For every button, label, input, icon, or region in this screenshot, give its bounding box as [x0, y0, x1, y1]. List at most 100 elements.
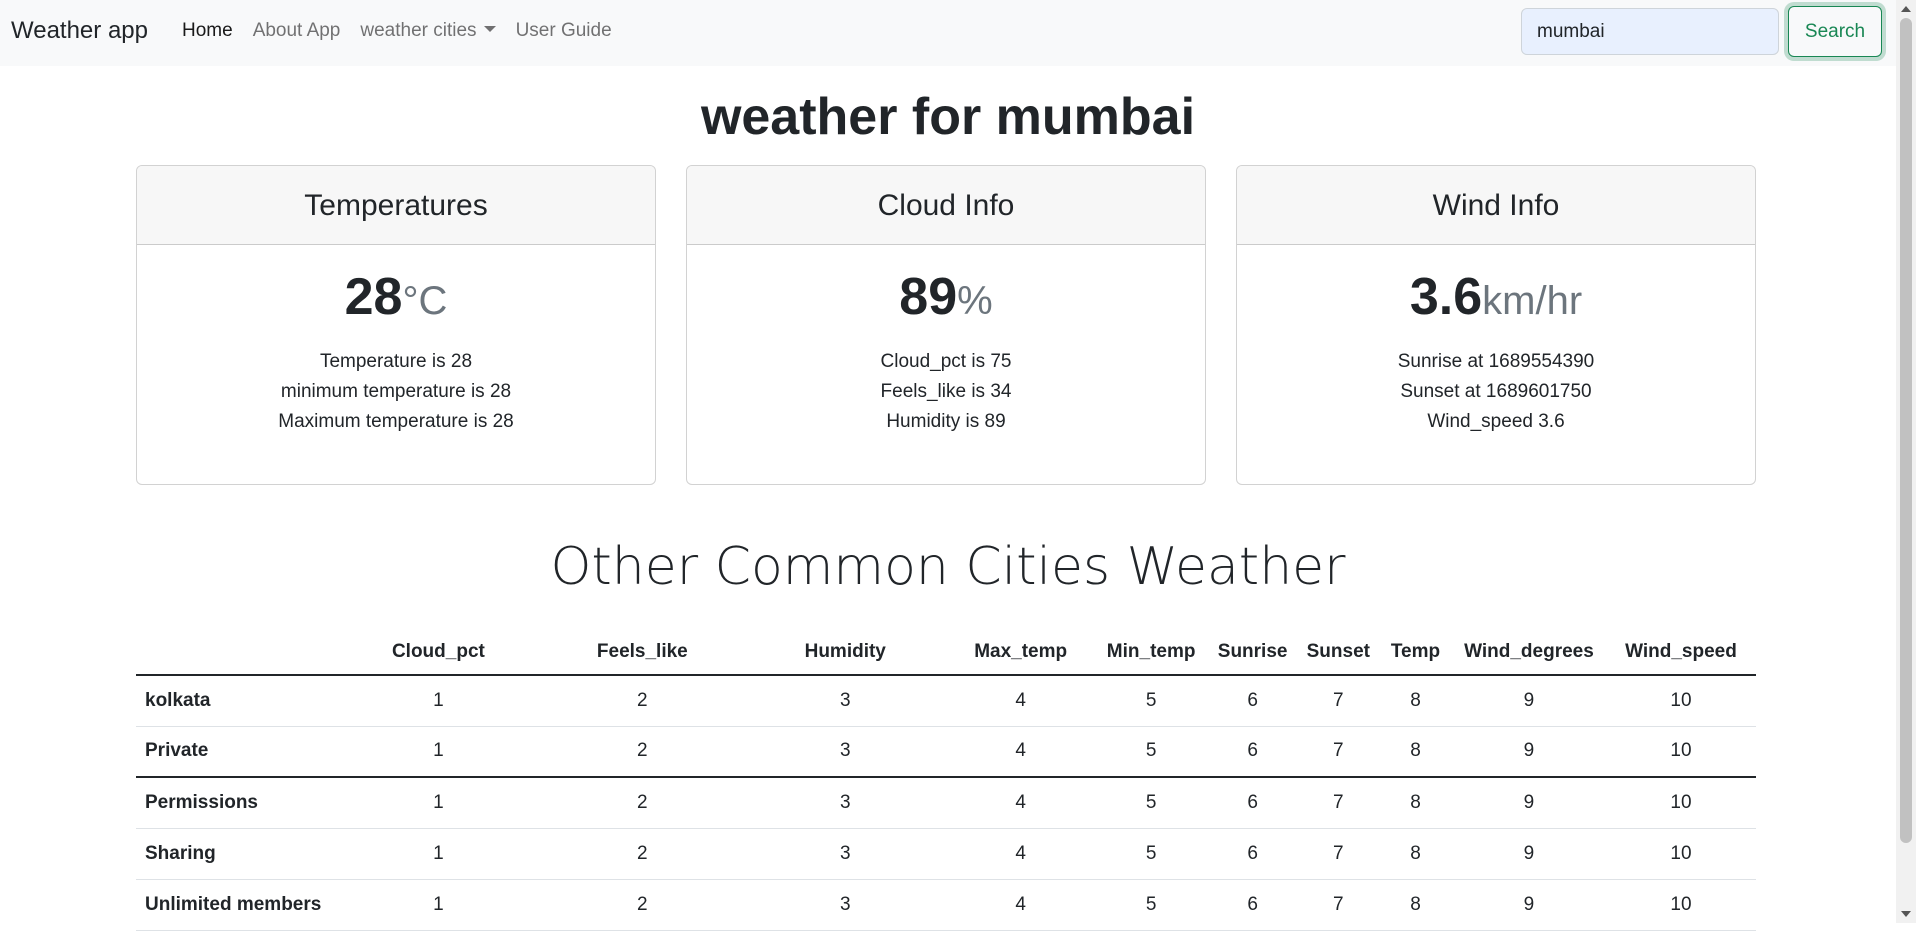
table-cell: 1: [335, 726, 541, 778]
table-cell: 2: [540, 726, 744, 778]
column-header: [136, 630, 336, 676]
table-cell: 1: [335, 879, 541, 931]
search-button[interactable]: Search: [1788, 6, 1882, 57]
table-cell: 5: [1094, 879, 1208, 931]
table-row: Unlimited members 1 2 3 4 5 6 7 8 9 10: [136, 879, 1756, 931]
card-header: Temperatures: [137, 166, 655, 245]
table-cell: 8: [1378, 726, 1452, 778]
table-cell: 2: [540, 675, 744, 727]
table-cell: 6: [1207, 726, 1298, 778]
nav-user-guide-link[interactable]: User Guide: [516, 20, 612, 42]
scroll-down-arrow-icon[interactable]: [1901, 911, 1911, 917]
value-number: 89: [899, 268, 958, 326]
value-number: 3.6: [1409, 268, 1483, 326]
table-cell: 8: [1378, 879, 1452, 931]
detail-line: Sunrise at 1689554390: [1397, 351, 1595, 372]
nav-about-link[interactable]: About App: [253, 20, 341, 42]
value-unit: km/hr: [1482, 279, 1583, 323]
temperatures-card: Temperatures 28°C Temperature is 28 mini…: [136, 165, 656, 485]
detail-line: Maximum temperature is 28: [278, 411, 514, 432]
detail-line: minimum temperature is 28: [280, 381, 512, 402]
table-cell: 10: [1605, 777, 1756, 829]
navbar-brand[interactable]: Weather app: [11, 17, 148, 45]
table-cell: 9: [1451, 879, 1606, 931]
table-cell: 7: [1297, 726, 1379, 778]
wind-value: 3.6km/hr: [1237, 267, 1755, 327]
table-row: kolkata 1 2 3 4 5 6 7 8 9 10: [136, 675, 1756, 727]
table-cell: 10: [1605, 879, 1756, 931]
table-cell: 6: [1207, 828, 1298, 880]
card-details: Sunrise at 1689554390 Sunset at 16896017…: [1237, 347, 1755, 437]
table-cell: 5: [1094, 675, 1208, 727]
column-header: Sunset: [1297, 630, 1379, 676]
card-header: Cloud Info: [687, 166, 1205, 245]
column-header: Feels_like: [540, 630, 744, 676]
column-header: Cloud_pct: [335, 630, 541, 676]
page-scrollbar[interactable]: [1896, 0, 1916, 923]
table-cell: 2: [540, 828, 744, 880]
table-row: Sharing 1 2 3 4 5 6 7 8 9 10: [136, 828, 1756, 880]
table-cell: 7: [1297, 777, 1379, 829]
section-title: Other Common Cities Weather: [550, 537, 1346, 597]
value-number: 28: [344, 268, 403, 326]
table-cell: 10: [1605, 675, 1756, 727]
detail-line: Feels_like is 34: [880, 381, 1012, 402]
row-label: Private: [136, 726, 336, 778]
search-input[interactable]: [1521, 8, 1779, 55]
value-unit: °C: [402, 279, 448, 323]
table-cell: 7: [1297, 675, 1379, 727]
card-header: Wind Info: [1237, 166, 1755, 245]
table-cell: 3: [743, 828, 947, 880]
column-header: Min_temp: [1094, 630, 1208, 676]
card-details: Temperature is 28 minimum temperature is…: [137, 347, 655, 437]
table-cell: 1: [335, 675, 541, 727]
table-cell: 7: [1297, 879, 1379, 931]
table-cell: 4: [946, 777, 1095, 829]
detail-line: Wind_speed 3.6: [1427, 411, 1565, 432]
column-header: Max_temp: [946, 630, 1095, 676]
table-cell: 8: [1378, 828, 1452, 880]
nav-weather-cities-dropdown[interactable]: weather cities: [360, 20, 496, 42]
table-cell: 8: [1378, 675, 1452, 727]
row-label: Permissions: [136, 777, 336, 829]
table-cell: 5: [1094, 726, 1208, 778]
table-cell: 1: [335, 828, 541, 880]
scroll-up-arrow-icon[interactable]: [1901, 6, 1911, 12]
column-header: Sunrise: [1207, 630, 1298, 676]
detail-line: Humidity is 89: [886, 411, 1006, 432]
table-cell: 3: [743, 726, 947, 778]
table-cell: 6: [1207, 777, 1298, 829]
detail-line: Sunset at 1689601750: [1400, 381, 1592, 402]
temperature-value: 28°C: [137, 267, 655, 327]
row-label: Unlimited members: [136, 879, 336, 931]
column-header: Wind_degrees: [1451, 630, 1606, 676]
table-cell: 5: [1094, 828, 1208, 880]
table-cell: 10: [1605, 726, 1756, 778]
table-cell: 9: [1451, 828, 1606, 880]
scrollbar-thumb[interactable]: [1900, 18, 1912, 843]
table-cell: 9: [1451, 675, 1606, 727]
row-label: Sharing: [136, 828, 336, 880]
table-cell: 1: [335, 777, 541, 829]
column-header: Humidity: [743, 630, 947, 676]
cloud-value: 89%: [687, 267, 1205, 327]
table-cell: 2: [540, 777, 744, 829]
table-cell: 4: [946, 675, 1095, 727]
chevron-down-icon: [483, 26, 496, 32]
cloud-info-card: Cloud Info 89% Cloud_pct is 75 Feels_lik…: [686, 165, 1206, 485]
table-cell: 3: [743, 675, 947, 727]
nav-home-link[interactable]: Home: [182, 20, 233, 42]
table-cell: 6: [1207, 879, 1298, 931]
column-header: Wind_speed: [1605, 630, 1756, 676]
detail-line: Temperature is 28: [319, 351, 473, 372]
wind-info-card: Wind Info 3.6km/hr Sunrise at 1689554390…: [1236, 165, 1756, 485]
table-cell: 7: [1297, 828, 1379, 880]
table-row: Private 1 2 3 4 5 6 7 8 9 10: [136, 726, 1756, 778]
page-title: weather for mumbai: [700, 88, 1196, 146]
table-cell: 6: [1207, 675, 1298, 727]
row-label: kolkata: [136, 675, 336, 727]
table-cell: 9: [1451, 777, 1606, 829]
nav-links: Home About App weather cities User Guide: [182, 20, 632, 42]
detail-line: Cloud_pct is 75: [880, 351, 1012, 372]
table-cell: 4: [946, 828, 1095, 880]
